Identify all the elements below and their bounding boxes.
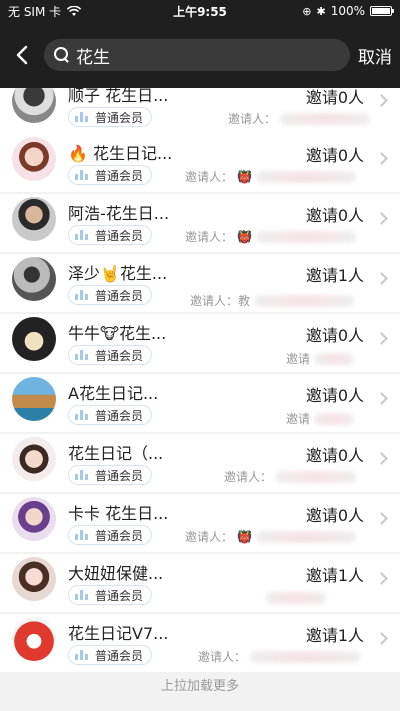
avatar	[12, 257, 56, 301]
invite-count: 邀请0人	[305, 446, 364, 465]
member-name: 🔥 花生日记...	[68, 144, 173, 163]
bluetooth-icon: ✱	[316, 4, 326, 18]
crown-icon	[75, 410, 89, 420]
list-item[interactable]: 阿浩-花生日... 普通会员 邀请0人 邀请人： 👹	[0, 194, 400, 252]
member-name: 牛牛🐮花生...	[68, 324, 167, 343]
avatar	[12, 497, 56, 541]
invite-count: 邀请0人	[305, 88, 364, 107]
search-query: 花生	[76, 47, 110, 68]
invite-count: 邀请1人	[305, 566, 364, 585]
inviter-info: 邀请人： 👹	[185, 168, 356, 185]
search-header: 花生 取消	[0, 22, 400, 88]
member-name: 阿浩-花生日...	[68, 204, 170, 223]
member-name: 大妞妞保健...	[68, 564, 164, 583]
chevron-right-icon	[375, 512, 388, 525]
member-name: 花生日记（...	[68, 444, 164, 463]
avatar	[12, 617, 56, 661]
crown-icon	[75, 230, 89, 240]
list-item[interactable]: 卡卡 花生日... 普通会员 邀请0人 邀请人： 👹	[0, 494, 400, 552]
member-badge: 普通会员	[68, 225, 153, 245]
chevron-right-icon	[375, 392, 388, 405]
crown-icon	[75, 590, 89, 600]
avatar	[12, 197, 56, 241]
invite-count: 邀请1人	[305, 266, 364, 285]
search-icon	[54, 47, 70, 63]
load-more-hint: 上拉加载更多	[0, 674, 400, 711]
crown-icon	[75, 530, 89, 540]
inviter-info	[262, 592, 326, 604]
avatar	[12, 137, 56, 181]
rotation-lock-icon: ⊕	[302, 4, 312, 18]
member-badge: 普通会员	[68, 525, 153, 545]
member-badge: 普通会员	[68, 107, 153, 127]
inviter-info: 邀请	[286, 410, 355, 427]
cancel-button[interactable]: 取消	[350, 43, 400, 68]
avatar	[12, 317, 56, 361]
avatar	[12, 88, 56, 123]
carrier-label: 无 SIM 卡	[8, 4, 62, 19]
list-item[interactable]: 花生日记（... 普通会员 邀请0人 邀请人：	[0, 434, 400, 492]
inviter-info: 邀请人： 👹	[185, 528, 356, 545]
back-button[interactable]	[0, 22, 44, 88]
member-badge: 普通会员	[68, 465, 153, 485]
member-name: 泽少🤘花生...	[68, 264, 168, 283]
list-item[interactable]: 大妞妞保健... 普通会员 邀请1人	[0, 554, 400, 612]
member-name: A花生日记...	[68, 384, 159, 403]
list-item[interactable]: 泽少🤘花生... 普通会员 邀请1人 邀请人：教	[0, 254, 400, 312]
chevron-right-icon	[375, 452, 388, 465]
member-badge: 普通会员	[68, 345, 153, 365]
chevron-right-icon	[375, 94, 388, 107]
wifi-icon	[67, 5, 82, 16]
avatar	[12, 437, 56, 481]
chevron-right-icon	[375, 572, 388, 585]
invite-count: 邀请0人	[305, 506, 364, 525]
invite-count: 邀请0人	[305, 326, 364, 345]
invite-count: 邀请0人	[305, 146, 364, 165]
member-badge: 普通会员	[68, 165, 153, 185]
chevron-right-icon	[375, 272, 388, 285]
crown-icon	[75, 112, 89, 122]
list-item[interactable]: 🔥 花生日记... 普通会员 邀请0人 邀请人： 👹	[0, 134, 400, 192]
invite-count: 邀请1人	[305, 626, 364, 645]
member-badge: 普通会员	[68, 285, 153, 305]
battery-icon	[370, 6, 394, 16]
member-list: 顺子 花生日... 普通会员 邀请0人 邀请人： 🔥 花生日记... 普通会员 …	[0, 88, 400, 674]
member-badge: 普通会员	[68, 405, 153, 425]
inviter-info: 邀请人：教	[190, 292, 355, 309]
chevron-right-icon	[375, 632, 388, 645]
clock: 上午9:55	[173, 4, 227, 19]
list-item[interactable]: 牛牛🐮花生... 普通会员 邀请0人 邀请	[0, 314, 400, 372]
member-badge: 普通会员	[68, 645, 153, 665]
chevron-right-icon	[375, 152, 388, 165]
member-name: 花生日记V7...	[68, 624, 169, 643]
list-item[interactable]: A花生日记... 普通会员 邀请0人 邀请	[0, 374, 400, 432]
crown-icon	[75, 350, 89, 360]
member-badge: 普通会员	[68, 585, 153, 605]
invite-count: 邀请0人	[305, 206, 364, 225]
invite-count: 邀请0人	[305, 386, 364, 405]
avatar	[12, 377, 56, 421]
inviter-info: 邀请人：	[224, 468, 357, 485]
crown-icon	[75, 170, 89, 180]
member-name: 顺子 花生日...	[68, 88, 169, 105]
member-name: 卡卡 花生日...	[68, 504, 169, 523]
avatar	[12, 557, 56, 601]
inviter-info: 邀请	[286, 350, 355, 367]
chevron-right-icon	[375, 332, 388, 345]
status-bar: 无 SIM 卡 上午9:55 ⊕ ✱ 100%	[0, 0, 400, 22]
crown-icon	[75, 470, 89, 480]
inviter-info: 邀请人：	[228, 110, 371, 127]
inviter-info: 邀请人：	[198, 648, 361, 665]
list-item[interactable]: 顺子 花生日... 普通会员 邀请0人 邀请人：	[0, 88, 400, 134]
inviter-info: 邀请人： 👹	[185, 228, 356, 245]
crown-icon	[75, 290, 89, 300]
chevron-right-icon	[375, 212, 388, 225]
chevron-left-icon	[16, 45, 28, 65]
search-input[interactable]: 花生	[44, 39, 350, 71]
battery-percent: 100%	[330, 4, 365, 18]
crown-icon	[75, 650, 89, 660]
list-item[interactable]: 花生日记V7... 普通会员 邀请1人 邀请人：	[0, 614, 400, 672]
